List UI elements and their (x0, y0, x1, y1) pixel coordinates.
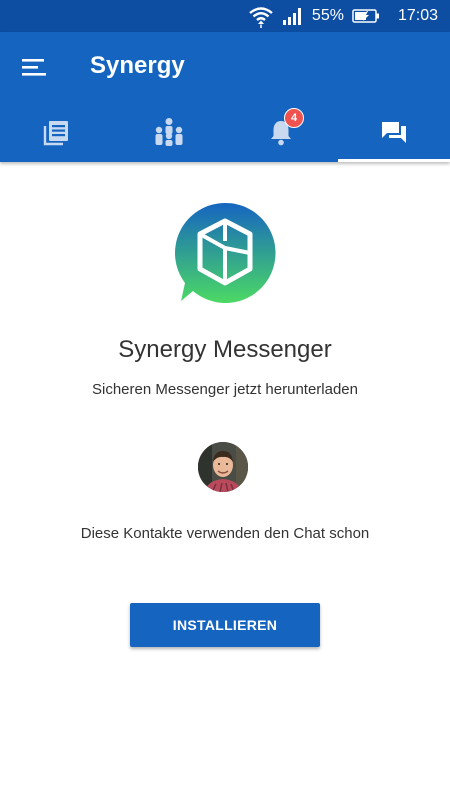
status-bar: 55% 17:03 (0, 0, 450, 32)
app-bar: Synergy (0, 32, 450, 162)
messenger-title: Synergy Messenger (118, 336, 332, 363)
tab-bar (0, 102, 450, 162)
notification-badge: 4 (284, 108, 304, 128)
battery-charging-icon (352, 9, 379, 23)
tab-notifications[interactable] (225, 102, 338, 162)
people-group-icon (155, 118, 183, 146)
contact-avatar[interactable] (198, 442, 248, 492)
battery-percent: 55% (311, 7, 344, 24)
messenger-subtitle: Sicheren Messenger jetzt herunterladen (92, 381, 358, 398)
synergy-messenger-logo-icon (173, 201, 277, 305)
tab-news-feed[interactable] (0, 102, 113, 162)
tab-chat[interactable] (337, 102, 450, 162)
wifi-icon (249, 7, 273, 28)
news-feed-icon (44, 121, 69, 146)
install-button[interactable]: INSTALLIEREN (130, 603, 320, 647)
tab-people[interactable] (113, 102, 226, 162)
toolbar: Synergy (0, 32, 450, 102)
app-title: Synergy (90, 52, 185, 79)
contacts-using-chat-text: Diese Kontakte verwenden den Chat schon (80, 525, 370, 542)
hamburger-menu-icon[interactable] (20, 54, 50, 80)
clock: 17:03 (397, 7, 438, 24)
chat-icon (381, 122, 406, 143)
signal-icon (282, 8, 301, 25)
